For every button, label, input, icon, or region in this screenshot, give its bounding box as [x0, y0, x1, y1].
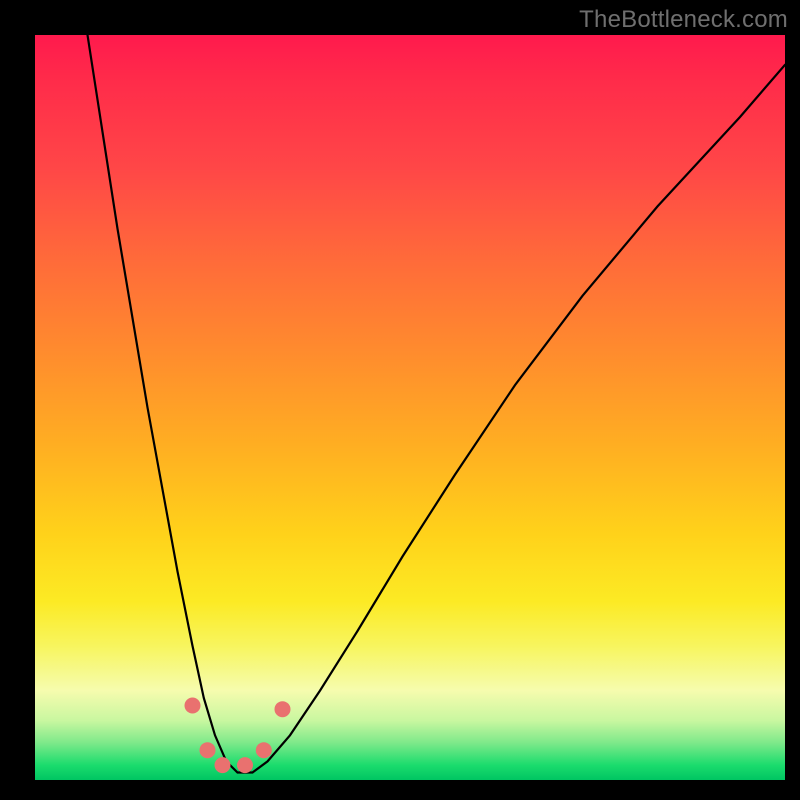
- watermark-text: TheBottleneck.com: [579, 6, 788, 34]
- bottleneck-curve-svg: [35, 35, 785, 780]
- chart-frame: TheBottleneck.com: [0, 0, 800, 800]
- marker-trough-1: [215, 757, 231, 773]
- marker-trough-2: [237, 757, 253, 773]
- marker-right-lower: [256, 742, 272, 758]
- bottleneck-curve: [88, 35, 786, 773]
- marker-left-lower: [200, 742, 216, 758]
- marker-left-upper: [185, 698, 201, 714]
- marker-right-upper: [275, 701, 291, 717]
- markers-group: [185, 698, 291, 774]
- plot-area: [35, 35, 785, 780]
